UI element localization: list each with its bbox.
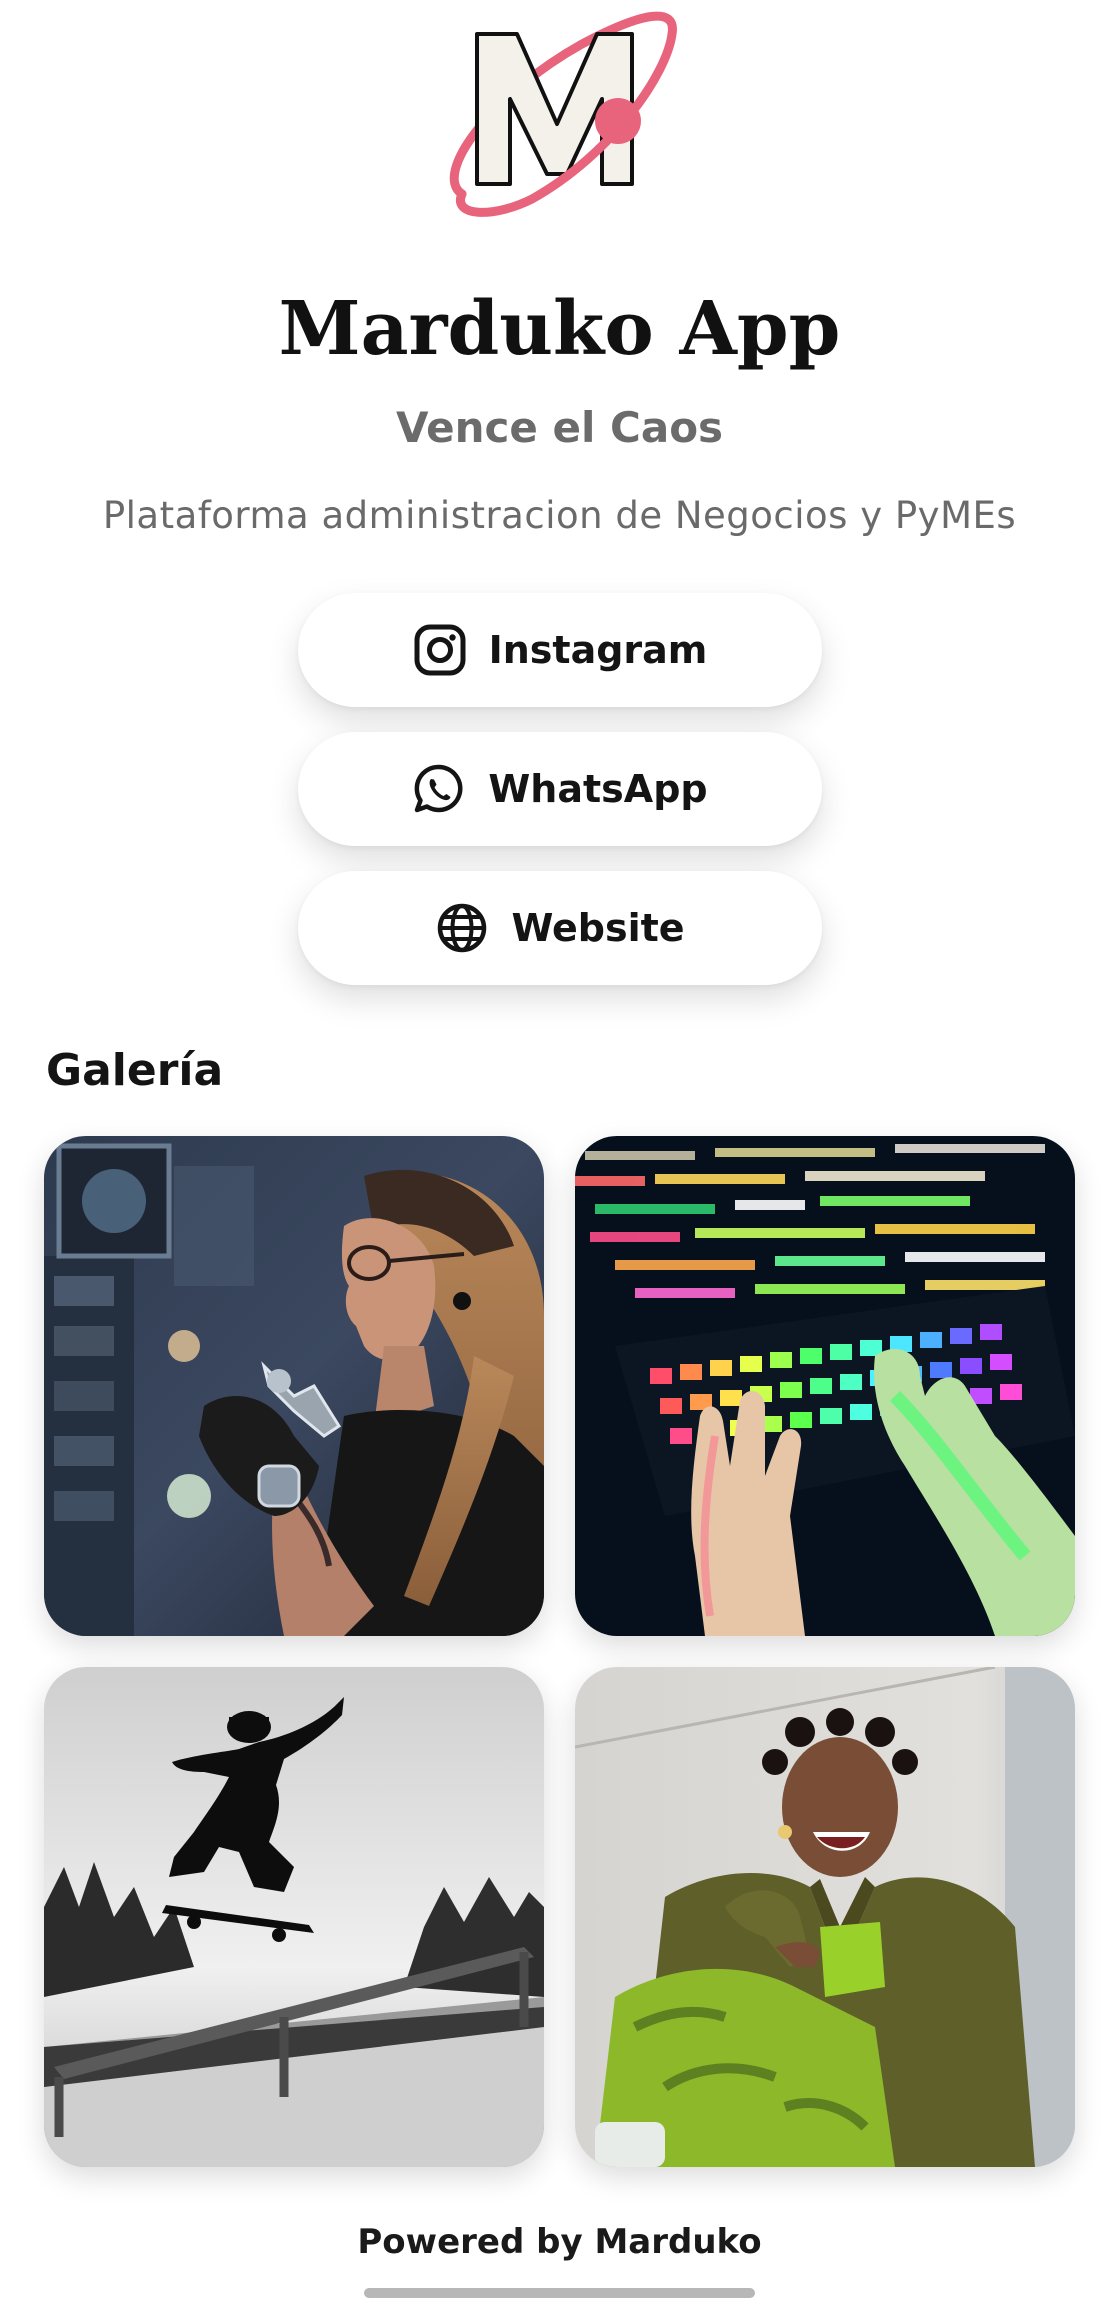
website-button[interactable]: Website [298,871,822,985]
gallery-image-skateboarder[interactable] [44,1667,544,2167]
whatsapp-icon [412,762,466,816]
globe-icon [435,901,489,955]
gallery-title: Galería [46,1045,224,1096]
instagram-icon [413,623,467,677]
app-title: Marduko App [278,286,841,372]
whatsapp-button[interactable]: WhatsApp [298,732,822,846]
whatsapp-label: WhatsApp [488,767,708,811]
website-label: Website [511,906,685,950]
gallery-image-laughing-woman[interactable] [575,1667,1075,2167]
home-indicator [364,2288,755,2298]
marduko-logo [432,4,682,224]
gallery-image-tattoo-artist[interactable] [44,1136,544,1636]
instagram-label: Instagram [488,628,708,672]
description: Plataforma administracion de Negocios y … [102,494,1017,537]
instagram-button[interactable]: Instagram [298,593,822,707]
tagline: Vence el Caos [395,403,724,452]
footer-powered-by[interactable]: Powered by Marduko [0,2222,1119,2262]
gallery-image-keyboard-code[interactable] [575,1136,1075,1636]
